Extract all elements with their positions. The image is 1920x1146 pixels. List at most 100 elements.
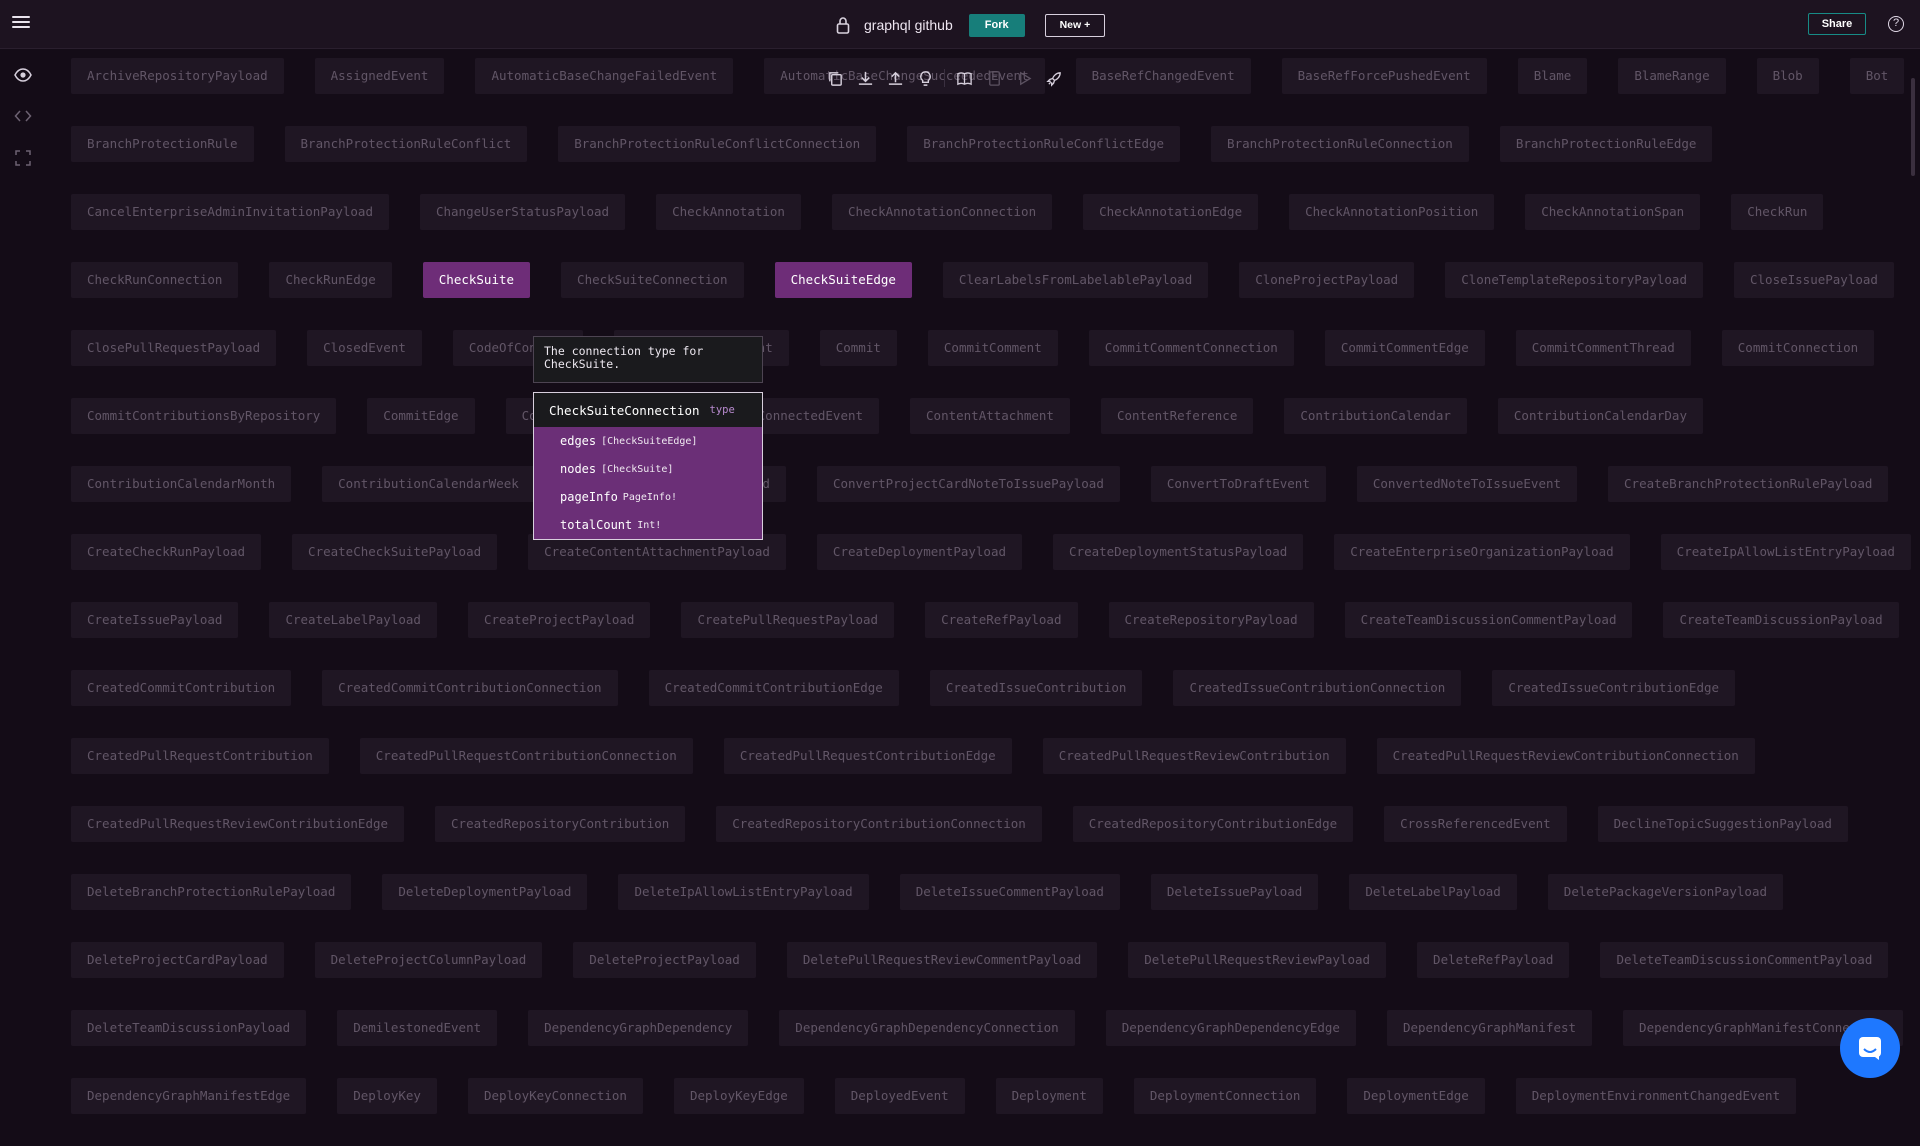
type-chip[interactable]: BaseRefForcePushedEvent <box>1281 58 1487 94</box>
field-row[interactable]: totalCount Int! <box>534 511 762 539</box>
type-chip[interactable]: CreatedRepositoryContributionEdge <box>1072 806 1354 842</box>
type-chip[interactable]: CreatedPullRequestContributionConnection <box>359 738 693 774</box>
type-chip[interactable]: ArchiveRepositoryPayload <box>71 58 284 94</box>
type-chip[interactable]: DependencyGraphManifest <box>1386 1010 1593 1046</box>
type-chip[interactable]: DeleteProjectCardPayload <box>71 942 284 978</box>
type-chip[interactable]: CreateTeamDiscussionPayload <box>1663 602 1899 638</box>
type-chip[interactable]: DeploymentConnection <box>1133 1078 1317 1114</box>
type-chip[interactable]: DeletePackageVersionPayload <box>1547 874 1783 910</box>
type-chip[interactable]: CheckSuiteConnection <box>561 262 744 298</box>
type-chip[interactable]: CloneProjectPayload <box>1239 262 1415 298</box>
download-icon[interactable] <box>850 66 880 90</box>
fork-button[interactable]: Fork <box>968 13 1025 37</box>
type-chip[interactable]: DeleteRefPayload <box>1417 942 1570 978</box>
type-chip[interactable]: DeploymentEnvironmentChangedEvent <box>1515 1078 1797 1114</box>
type-chip[interactable]: DeleteTeamDiscussionPayload <box>71 1010 307 1046</box>
type-chip[interactable]: CreateEnterpriseOrganizationPayload <box>1334 534 1630 570</box>
type-chip[interactable]: DependencyGraphDependencyConnection <box>779 1010 1075 1046</box>
type-chip[interactable]: DeleteIssueCommentPayload <box>899 874 1120 910</box>
vertical-scrollbar[interactable] <box>1911 78 1915 176</box>
type-chip[interactable]: CreatedCommitContribution <box>71 670 292 706</box>
type-chip[interactable]: ConvertToDraftEvent <box>1150 466 1326 502</box>
field-row[interactable]: edges [CheckSuiteEdge] <box>534 427 762 455</box>
type-chip[interactable]: BranchProtectionRuleConflict <box>284 126 528 162</box>
type-chip[interactable]: DependencyGraphDependencyEdge <box>1105 1010 1356 1046</box>
type-chip[interactable]: CommitContributionsByRepository <box>71 398 337 434</box>
type-chip[interactable]: CreatedIssueContributionConnection <box>1173 670 1462 706</box>
type-chip[interactable]: DeleteTeamDiscussionCommentPayload <box>1600 942 1889 978</box>
type-chip[interactable]: DeleteProjectPayload <box>573 942 756 978</box>
type-chip[interactable]: BranchProtectionRuleConflictEdge <box>907 126 1181 162</box>
document-icon[interactable] <box>979 66 1009 90</box>
book-icon[interactable] <box>949 66 979 90</box>
code-icon[interactable] <box>14 107 32 125</box>
type-chip[interactable]: ChangeUserStatusPayload <box>419 194 626 230</box>
type-chip[interactable]: CreatedPullRequestContribution <box>71 738 329 774</box>
type-chip[interactable]: BranchProtectionRule <box>71 126 254 162</box>
type-chip[interactable]: DeleteProjectColumnPayload <box>314 942 543 978</box>
type-chip[interactable]: CheckAnnotation <box>656 194 801 230</box>
type-chip[interactable]: CreatedRepositoryContributionConnection <box>716 806 1042 842</box>
type-chip[interactable]: CommitComment <box>927 330 1058 366</box>
type-chip[interactable]: ConvertProjectCardNoteToIssuePayload <box>816 466 1120 502</box>
type-chip[interactable]: BranchProtectionRuleConnection <box>1211 126 1469 162</box>
play-icon[interactable] <box>1009 66 1039 90</box>
type-chip[interactable]: DeleteDeploymentPayload <box>382 874 588 910</box>
type-chip[interactable]: CheckSuiteEdge <box>774 262 912 298</box>
type-chip[interactable]: CreateCheckSuitePayload <box>292 534 498 570</box>
type-chip[interactable]: DeployKeyEdge <box>673 1078 804 1114</box>
type-chip[interactable]: ContentReference <box>1100 398 1254 434</box>
type-chip[interactable]: CreateLabelPayload <box>269 602 437 638</box>
type-chip[interactable]: ContributionCalendarDay <box>1497 398 1703 434</box>
type-chip[interactable]: CheckAnnotationSpan <box>1525 194 1701 230</box>
type-chip[interactable]: DeploymentEdge <box>1347 1078 1485 1114</box>
type-chip[interactable]: DeletePullRequestReviewCommentPayload <box>786 942 1098 978</box>
field-row[interactable]: pageInfo PageInfo! <box>534 483 762 511</box>
type-chip[interactable]: CrossReferencedEvent <box>1384 806 1567 842</box>
type-chip[interactable]: AssignedEvent <box>314 58 445 94</box>
type-chip[interactable]: ClearLabelsFromLabelablePayload <box>942 262 1209 298</box>
type-chip[interactable]: BranchProtectionRuleEdge <box>1499 126 1713 162</box>
type-chip[interactable]: ClosePullRequestPayload <box>71 330 277 366</box>
type-chip[interactable]: DeployKeyConnection <box>467 1078 643 1114</box>
fullscreen-icon[interactable] <box>14 149 32 167</box>
type-chip[interactable]: ContentAttachment <box>910 398 1070 434</box>
type-chip[interactable]: Blame <box>1517 58 1588 94</box>
type-chip[interactable]: CreatedCommitContributionConnection <box>322 670 618 706</box>
type-chip[interactable]: CommitEdge <box>367 398 475 434</box>
type-chip[interactable]: CreateIpAllowListEntryPayload <box>1660 534 1911 570</box>
type-chip[interactable]: Commit <box>819 330 897 366</box>
type-chip[interactable]: CreatedPullRequestReviewContributionConn… <box>1376 738 1755 774</box>
type-chip[interactable]: CreatedIssueContribution <box>929 670 1143 706</box>
type-chip[interactable]: DeleteIpAllowListEntryPayload <box>618 874 869 910</box>
type-chip[interactable]: CreateDeploymentPayload <box>816 534 1023 570</box>
type-chip[interactable]: CreatePullRequestPayload <box>681 602 895 638</box>
type-chip[interactable]: CreatedIssueContributionEdge <box>1492 670 1736 706</box>
type-chip[interactable]: CommitConnection <box>1721 330 1875 366</box>
share-button[interactable]: Share <box>1808 13 1866 35</box>
rocket-icon[interactable] <box>1039 66 1069 90</box>
type-chip[interactable]: DependencyGraphManifestEdge <box>71 1078 307 1114</box>
type-chip[interactable]: CommitCommentConnection <box>1088 330 1294 366</box>
type-chip[interactable]: CheckRunEdge <box>269 262 392 298</box>
type-chip[interactable]: Blob <box>1756 58 1819 94</box>
type-chip[interactable]: DeleteIssuePayload <box>1150 874 1319 910</box>
type-chip[interactable]: DeclineTopicSuggestionPayload <box>1597 806 1848 842</box>
type-chip[interactable]: CheckRun <box>1731 194 1824 230</box>
type-chip[interactable]: CreatedPullRequestReviewContribution <box>1042 738 1346 774</box>
type-chip[interactable]: Deployment <box>995 1078 1103 1114</box>
hamburger-menu-icon[interactable] <box>12 13 30 31</box>
type-chip[interactable]: CheckAnnotationPosition <box>1289 194 1495 230</box>
type-chip[interactable]: CreateBranchProtectionRulePayload <box>1608 466 1889 502</box>
type-chip[interactable]: CancelEnterpriseAdminInvitationPayload <box>71 194 389 230</box>
type-chip[interactable]: CreateProjectPayload <box>467 602 651 638</box>
upload-icon[interactable] <box>880 66 910 90</box>
type-chip[interactable]: CreatedPullRequestReviewContributionEdge <box>71 806 405 842</box>
copy-icon[interactable] <box>820 66 850 90</box>
popover-type-name[interactable]: CheckSuiteConnection <box>549 403 700 418</box>
type-chip[interactable]: CreateTeamDiscussionCommentPayload <box>1344 602 1633 638</box>
eye-icon[interactable] <box>14 66 32 84</box>
help-icon[interactable]: ? <box>1888 16 1904 32</box>
type-chip[interactable]: CloneTemplateRepositoryPayload <box>1445 262 1703 298</box>
type-chip[interactable]: DemilestonedEvent <box>337 1010 498 1046</box>
